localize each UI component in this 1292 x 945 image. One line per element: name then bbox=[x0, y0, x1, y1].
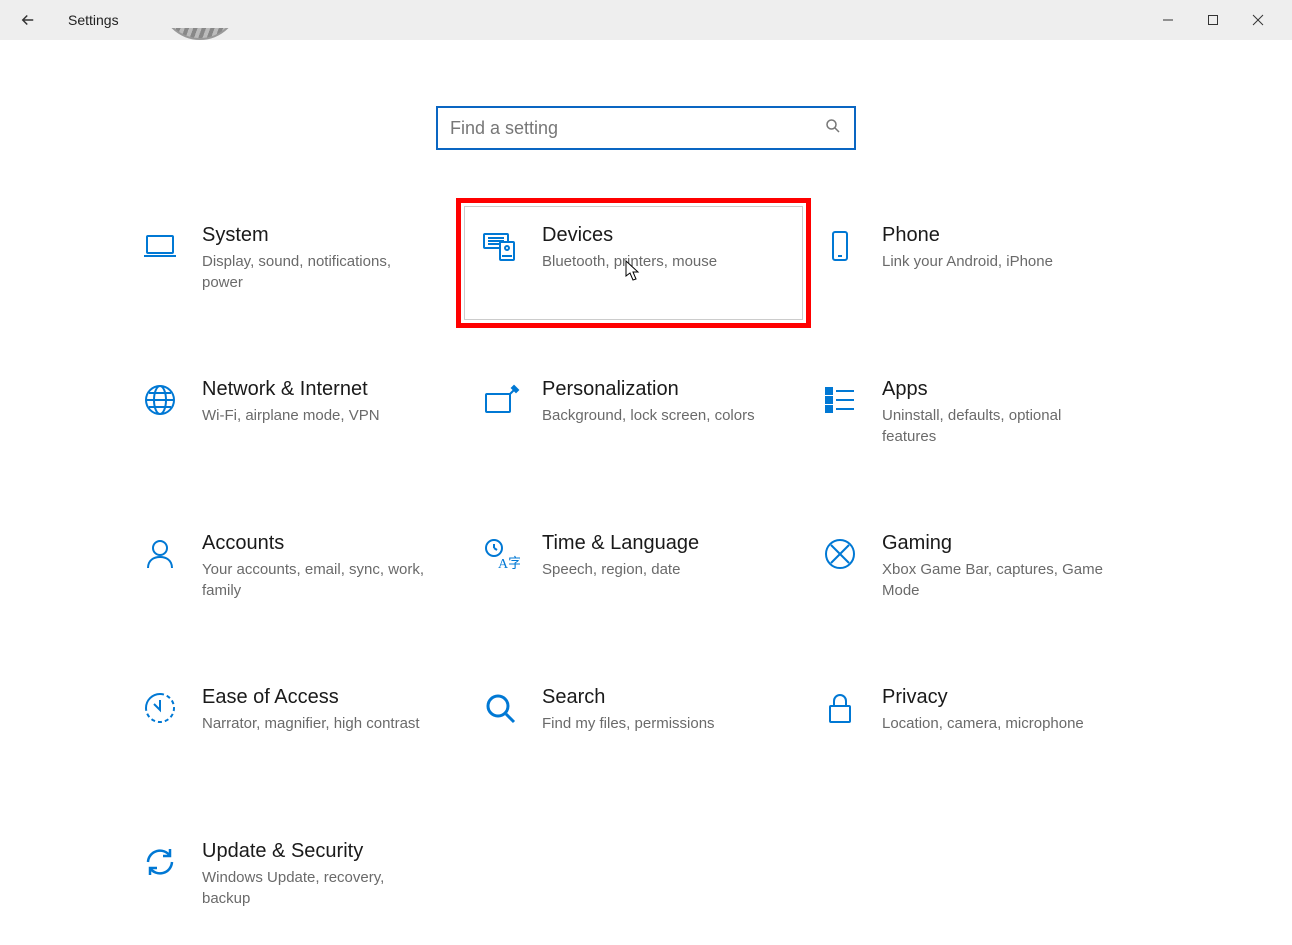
laptop-icon bbox=[136, 222, 184, 270]
tile-title: System bbox=[202, 224, 432, 247]
tile-desc: Your accounts, email, sync, work, family bbox=[202, 559, 432, 601]
person-icon bbox=[136, 530, 184, 578]
close-button[interactable] bbox=[1235, 5, 1280, 35]
search-input[interactable] bbox=[450, 118, 824, 139]
tile-accounts[interactable]: Accounts Your accounts, email, sync, wor… bbox=[136, 518, 476, 618]
tile-title: Personalization bbox=[542, 378, 755, 401]
tile-title: Devices bbox=[542, 224, 717, 247]
tile-title: Gaming bbox=[882, 532, 1112, 555]
tile-time-language[interactable]: A字 Time & Language Speech, region, date bbox=[476, 518, 816, 618]
tile-desc: Bluetooth, printers, mouse bbox=[542, 251, 717, 272]
tile-search[interactable]: Search Find my files, permissions bbox=[476, 672, 816, 772]
tile-title: Update & Security bbox=[202, 840, 432, 863]
tile-ease-of-access[interactable]: Ease of Access Narrator, magnifier, high… bbox=[136, 672, 476, 772]
ease-of-access-icon bbox=[136, 684, 184, 732]
tile-desc: Link your Android, iPhone bbox=[882, 251, 1053, 272]
tile-update-security[interactable]: Update & Security Windows Update, recove… bbox=[136, 826, 476, 926]
paint-icon bbox=[476, 376, 524, 424]
tile-title: Time & Language bbox=[542, 532, 699, 555]
tile-devices[interactable]: Devices Bluetooth, printers, mouse bbox=[476, 210, 816, 310]
tile-desc: Speech, region, date bbox=[542, 559, 699, 580]
tile-desc: Background, lock screen, colors bbox=[542, 405, 755, 426]
lock-icon bbox=[816, 684, 864, 732]
tile-system[interactable]: System Display, sound, notifications, po… bbox=[136, 210, 476, 310]
tile-title: Accounts bbox=[202, 532, 432, 555]
settings-grid: System Display, sound, notifications, po… bbox=[136, 210, 1156, 926]
tile-title: Apps bbox=[882, 378, 1112, 401]
tile-privacy[interactable]: Privacy Location, camera, microphone bbox=[816, 672, 1156, 772]
minimize-button[interactable] bbox=[1145, 5, 1190, 35]
tile-phone[interactable]: Phone Link your Android, iPhone bbox=[816, 210, 1156, 310]
tile-apps[interactable]: Apps Uninstall, defaults, optional featu… bbox=[816, 364, 1156, 464]
tile-title: Ease of Access bbox=[202, 686, 420, 709]
globe-icon bbox=[136, 376, 184, 424]
magnifier-icon bbox=[476, 684, 524, 732]
search-box[interactable] bbox=[436, 106, 856, 150]
tile-network[interactable]: Network & Internet Wi-Fi, airplane mode,… bbox=[136, 364, 476, 464]
tile-gaming[interactable]: Gaming Xbox Game Bar, captures, Game Mod… bbox=[816, 518, 1156, 618]
avatar-partial bbox=[160, 28, 240, 40]
search-icon bbox=[824, 117, 842, 140]
tile-desc: Find my files, permissions bbox=[542, 713, 715, 734]
tile-desc: Uninstall, defaults, optional features bbox=[882, 405, 1112, 447]
time-language-icon: A字 bbox=[476, 530, 524, 578]
xbox-icon bbox=[816, 530, 864, 578]
tile-desc: Xbox Game Bar, captures, Game Mode bbox=[882, 559, 1112, 601]
titlebar: Settings bbox=[0, 0, 1292, 40]
app-title: Settings bbox=[68, 12, 119, 28]
devices-icon bbox=[476, 222, 524, 270]
tile-personalization[interactable]: Personalization Background, lock screen,… bbox=[476, 364, 816, 464]
tile-title: Privacy bbox=[882, 686, 1084, 709]
tile-desc: Wi-Fi, airplane mode, VPN bbox=[202, 405, 380, 426]
tile-title: Search bbox=[542, 686, 715, 709]
back-button[interactable] bbox=[12, 4, 44, 36]
sync-icon bbox=[136, 838, 184, 886]
tile-title: Phone bbox=[882, 224, 1053, 247]
tile-desc: Narrator, magnifier, high contrast bbox=[202, 713, 420, 734]
window-controls bbox=[1145, 5, 1280, 35]
svg-text:A字: A字 bbox=[498, 556, 520, 572]
tile-desc: Display, sound, notifications, power bbox=[202, 251, 432, 293]
phone-icon bbox=[816, 222, 864, 270]
apps-list-icon bbox=[816, 376, 864, 424]
tile-desc: Location, camera, microphone bbox=[882, 713, 1084, 734]
tile-title: Network & Internet bbox=[202, 378, 380, 401]
tile-desc: Windows Update, recovery, backup bbox=[202, 867, 432, 909]
maximize-button[interactable] bbox=[1190, 5, 1235, 35]
